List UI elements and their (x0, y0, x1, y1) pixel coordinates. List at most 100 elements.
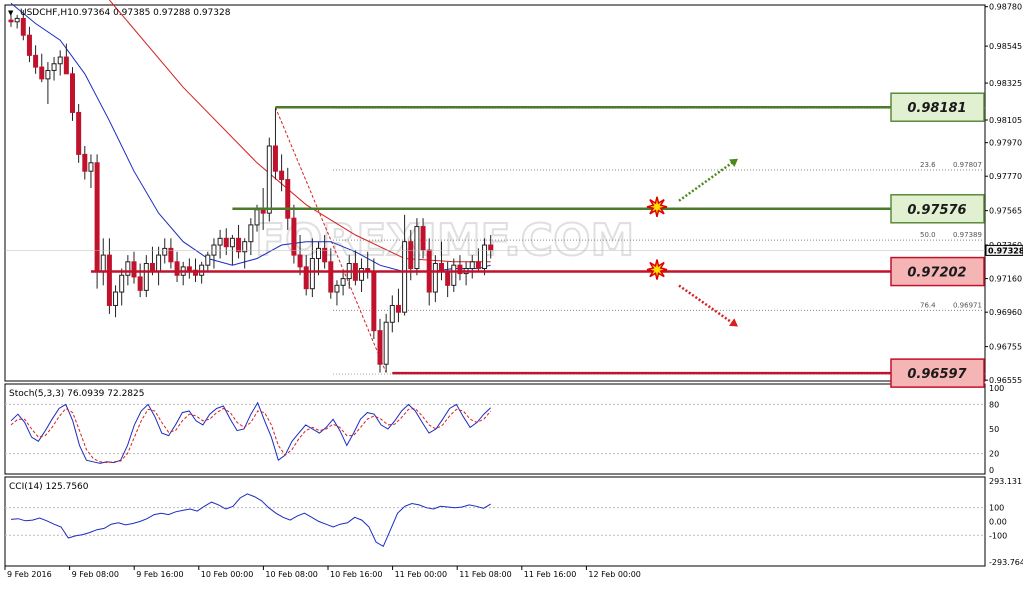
candle-bear (70, 73, 75, 113)
candle-bear (131, 261, 137, 278)
candle-bull (14, 17, 20, 23)
ohlc-label: 0.97364 0.97385 0.97288 0.97328 (73, 8, 231, 18)
candle-bear (236, 237, 242, 253)
stoch-y-tick-label: 100 (989, 384, 1004, 393)
candle-bull (359, 268, 365, 281)
candle-bull (340, 278, 346, 286)
x-tick-label: 11 Feb 16:00 (524, 570, 576, 579)
candle-bear (63, 56, 69, 75)
level-badge-label: 0.96597 (907, 367, 967, 382)
candle-bear (186, 266, 192, 271)
stoch-pane-frame (4, 383, 986, 475)
fib-level-label: 50.0 (920, 231, 936, 239)
candle-bear (137, 276, 143, 291)
stoch-title: Stoch(5,3,3) 76.0939 72.2825 (9, 389, 144, 399)
candle-bear (420, 226, 426, 251)
x-tick-label: 9 Feb 08:00 (72, 570, 119, 579)
fib-level-label: 23.6 (920, 161, 936, 169)
x-tick-label: 11 Feb 00:00 (395, 570, 447, 579)
candle-bear (106, 254, 112, 306)
candle-bull (156, 254, 162, 273)
dropdown-icon: ▼ (8, 9, 14, 17)
candle-bull (254, 209, 260, 226)
fib-level-price: 0.97807 (953, 161, 982, 169)
symbol-label: USDCHF,H1 (20, 8, 73, 18)
candle-bull (51, 63, 57, 71)
candle-bear (475, 261, 481, 270)
candle-bull (199, 264, 205, 276)
candle-bear (272, 145, 278, 172)
candle-bull (482, 244, 488, 270)
candle-bear (174, 261, 180, 276)
x-tick-label: 10 Feb 16:00 (330, 570, 382, 579)
stoch-y-tick-label: 80 (989, 400, 999, 409)
main-y-tick-label: 0.97565 (989, 207, 1022, 216)
cci-title: CCI(14) 125.7560 (9, 482, 89, 492)
chart-root: FOREXIMF.COM 0.98780 0.98545 0.98325 0.98105… (0, 0, 1023, 590)
candle-bull (119, 274, 125, 293)
main-y-tick-label: 0.98780 (989, 3, 1022, 12)
candle-bear (94, 162, 100, 273)
candle-bear (445, 271, 451, 286)
main-y-tick-label: 0.96755 (989, 343, 1022, 352)
main-y-tick-label: 0.97970 (989, 139, 1022, 148)
candle-bear (20, 17, 26, 36)
candle-bull (113, 291, 119, 306)
candle-bull (205, 254, 211, 266)
candle-bull (143, 263, 149, 291)
candle-bull (248, 224, 254, 243)
breakout-starburst (646, 259, 668, 280)
chart-svg: FOREXIMF.COM0.987800.985450.983250.98105… (4, 0, 1023, 579)
main-y-tick-label: 0.98545 (989, 42, 1022, 51)
cci-y-tick-label: 0.00 (989, 517, 1007, 526)
candle-bull (414, 226, 420, 270)
candle-bear (223, 237, 229, 248)
candle-bear (8, 19, 14, 23)
candle-bull (469, 261, 475, 270)
breakout-starburst (646, 196, 668, 217)
candle-bull (211, 244, 217, 256)
cci-y-tick-label: -100 (989, 531, 1007, 540)
candle-bear (82, 153, 88, 172)
level-badge-label: 0.97202 (907, 266, 966, 281)
candle-bull (266, 145, 272, 214)
level-badge-label: 0.97576 (907, 203, 966, 218)
main-pane-frame (4, 4, 986, 382)
x-tick-label: 9 Feb 2016 (7, 570, 52, 579)
candle-bull (451, 264, 457, 286)
candle-bull (389, 304, 395, 323)
main-y-tick-label: 0.98105 (989, 116, 1022, 125)
main-y-tick-label: 0.97160 (989, 275, 1022, 284)
candle-bull (383, 321, 389, 365)
candle-bear (285, 179, 291, 219)
candle-bull (57, 56, 63, 65)
candle-bear (377, 330, 383, 365)
candle-bear (303, 266, 309, 290)
fib-level-label: 76.4 (920, 301, 936, 309)
x-tick-label: 12 Feb 00:00 (588, 570, 640, 579)
current-price-label: 0.97328 (988, 246, 1023, 255)
level-badge-label: 0.98181 (907, 101, 966, 116)
stoch-y-tick-label: 0 (989, 466, 994, 475)
candle-bull (309, 257, 315, 290)
candle-bull (402, 241, 408, 313)
cci-pane-frame (4, 476, 986, 567)
candle-bull (229, 237, 235, 248)
stoch-y-tick-label: 20 (989, 450, 999, 459)
candle-bear (76, 111, 82, 155)
candle-bear (279, 170, 285, 181)
candle-bear (33, 54, 39, 68)
candle-bear (395, 304, 401, 313)
candle-bear (408, 241, 414, 270)
candle-bull (217, 237, 223, 246)
candle-bull (432, 263, 438, 293)
main-y-tick-label: 0.96960 (989, 308, 1022, 317)
candle-bear (39, 66, 45, 80)
candle-bull (316, 247, 321, 259)
candle-bull (162, 247, 168, 256)
main-y-tick-label: 0.97770 (989, 172, 1022, 181)
x-tick-label: 10 Feb 08:00 (265, 570, 317, 579)
candle-bear (297, 254, 303, 268)
candle-bull (125, 261, 131, 276)
candle-bear (291, 217, 297, 256)
